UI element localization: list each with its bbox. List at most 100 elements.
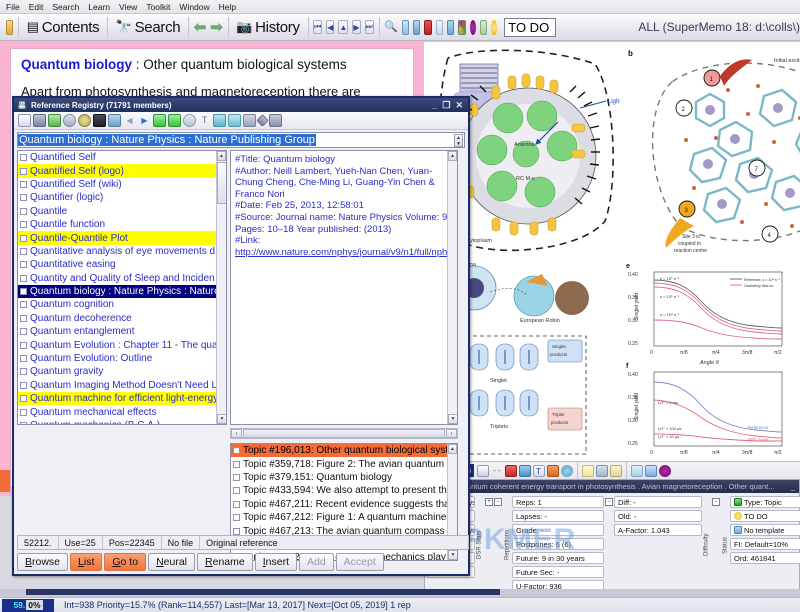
menu-edit[interactable]: Edit	[29, 2, 44, 12]
reference-field-link-url[interactable]: http://www.nature.com/nphys/journal/v9/n…	[235, 247, 453, 259]
member-checkbox[interactable]	[20, 409, 27, 416]
registry-toolbar[interactable]: ◀ ▶ T	[14, 112, 468, 130]
paste-icon[interactable]	[610, 465, 622, 477]
registry-member-list-items[interactable]: Quantified SelfQuantified Self (logo) Qua…	[18, 151, 226, 425]
menu-view[interactable]: View	[119, 2, 137, 12]
minimize-icon[interactable]: _	[791, 482, 795, 491]
sort-icon[interactable]	[108, 114, 121, 127]
registry-member-item[interactable]: Quantum mechanics (B.C.A.)	[18, 419, 226, 425]
first-element-icon[interactable]: ⏮	[313, 20, 322, 34]
new-item-icon[interactable]	[582, 465, 594, 477]
last-element-icon[interactable]: ⏭	[365, 20, 374, 34]
scroll-left-arrow[interactable]: ‹	[231, 429, 242, 438]
menu-window[interactable]: Window	[179, 2, 209, 12]
search-button[interactable]: 🔭 Search	[112, 19, 185, 36]
member-checkbox[interactable]	[20, 395, 27, 402]
sound-icon[interactable]	[561, 465, 573, 477]
registry-member-item[interactable]: Quantum Evolution: Outline	[18, 352, 226, 365]
figure-image-component[interactable]: Light Antenna RC M-c Cytoplasm b	[424, 42, 800, 462]
parent-element-icon[interactable]: ▲	[338, 20, 348, 34]
user-icon[interactable]	[480, 20, 487, 35]
member-list-scrollbar[interactable]: ▲ ▼	[216, 151, 226, 424]
registry-member-item[interactable]: Quantitative analysis of eye movements d	[18, 245, 226, 258]
member-checkbox[interactable]	[20, 221, 27, 228]
mail-icon[interactable]	[436, 20, 443, 35]
minimize-icon[interactable]: _	[432, 100, 437, 111]
registry-search-field[interactable]: Quantum biology : Nature Physics : Natur…	[17, 132, 465, 148]
topic-checkbox[interactable]	[233, 461, 240, 468]
member-checkbox[interactable]	[20, 208, 27, 215]
collapse-button[interactable]: −	[712, 498, 720, 506]
main-toolbar[interactable]: ▤ Contents 🔭 Search ⬅ ➡ 📷 History ⏮ ◀ ▲ …	[0, 14, 800, 41]
binoculars-icon[interactable]	[93, 114, 106, 127]
member-checkbox[interactable]	[20, 154, 27, 161]
element-parameters-window[interactable]: luction . Quantum coherent energy transp…	[424, 479, 800, 597]
registry-member-item[interactable]: Quantum Imaging Method Doesn't Need L	[18, 379, 226, 392]
registry-member-item[interactable]: Quantified Self	[18, 151, 226, 164]
menu-bar[interactable]: File Edit Search Learn View Toolkit Wind…	[0, 0, 800, 14]
menu-search[interactable]: Search	[52, 2, 79, 12]
registry-member-item[interactable]: Quantified Self (logo)	[18, 164, 226, 177]
tasklist-icon[interactable]	[402, 20, 409, 35]
contents-button[interactable]: ▤ Contents	[23, 19, 104, 36]
registry-member-item[interactable]: Quantum mechanical effects	[18, 405, 226, 418]
registry-member-item[interactable]: Quantum entanglement	[18, 325, 226, 338]
member-checkbox[interactable]	[20, 168, 27, 175]
member-checkbox[interactable]	[20, 248, 27, 255]
topic-checkbox[interactable]	[233, 501, 240, 508]
horizontal-scrollbar[interactable]: ‹ ›	[230, 428, 458, 439]
scroll-thumb[interactable]	[217, 162, 227, 204]
goto-button[interactable]: Go to	[104, 553, 146, 571]
scroll-thumb[interactable]	[243, 429, 445, 438]
next-element-icon[interactable]: ▶	[352, 20, 360, 34]
member-checkbox[interactable]	[20, 194, 27, 201]
menu-learn[interactable]: Learn	[88, 2, 110, 12]
previous-element-icon[interactable]: ◀	[326, 20, 334, 34]
member-checkbox[interactable]	[20, 288, 27, 295]
registry-member-list[interactable]: Quantified SelfQuantified Self (logo) Qua…	[17, 150, 227, 425]
reference-registry-titlebar[interactable]: 📇 Reference Registry (71791 members) _ ❐…	[14, 98, 468, 112]
todo-search-input[interactable]: TO DO	[504, 18, 556, 37]
insert-button[interactable]: Insert	[255, 553, 297, 571]
registry-member-item[interactable]: Quantile	[18, 205, 226, 218]
member-checkbox[interactable]	[20, 342, 27, 349]
registry-member-item[interactable]: Quantitative easing	[18, 258, 226, 271]
topic-checkbox[interactable]	[233, 447, 240, 454]
reference-text-scrollbar[interactable]: ▲ ▼	[447, 151, 457, 424]
forward-arrow-icon[interactable]: ➡	[210, 18, 223, 36]
member-checkbox[interactable]	[20, 235, 27, 242]
help-icon[interactable]	[659, 465, 671, 477]
member-checkbox[interactable]	[20, 181, 27, 188]
layout-icon[interactable]	[519, 465, 531, 477]
scroll-up-arrow[interactable]: ▲	[448, 444, 457, 454]
lightbulb-icon[interactable]	[491, 20, 497, 35]
registry-member-item[interactable]: Quantum Evolution : Chapter 11 - The qua	[18, 338, 226, 351]
history-button[interactable]: 📷 History	[232, 19, 303, 36]
collapse-button[interactable]: −	[494, 498, 502, 506]
list-detail-icon[interactable]	[228, 114, 241, 127]
book-icon[interactable]	[413, 20, 420, 35]
close-icon[interactable]: ✕	[455, 100, 463, 111]
edit-icon[interactable]	[645, 465, 657, 477]
member-checkbox[interactable]	[20, 328, 27, 335]
calendar-icon[interactable]	[477, 465, 489, 477]
menu-toolkit[interactable]: Toolkit	[146, 2, 170, 12]
text-icon[interactable]: T	[533, 465, 545, 477]
registry-member-item[interactable]: Quantile-Quantile Plot	[18, 231, 226, 244]
menu-help[interactable]: Help	[219, 2, 236, 12]
collection-icon[interactable]	[6, 20, 13, 35]
globe-icon[interactable]	[78, 114, 91, 127]
accept-button[interactable]: Accept	[336, 553, 384, 571]
neural-button[interactable]: Neural	[148, 553, 195, 571]
member-checkbox[interactable]	[20, 382, 27, 389]
refresh-icon[interactable]	[183, 114, 196, 127]
add-button[interactable]: Add	[299, 553, 334, 571]
scroll-down-arrow[interactable]: ▼	[448, 414, 458, 424]
stop-icon[interactable]	[269, 114, 282, 127]
registry-member-item[interactable]: Quantum gravity	[18, 365, 226, 378]
member-checkbox[interactable]	[20, 315, 27, 322]
registry-topic-item[interactable]: Topic #196,013: Other quantum biological…	[231, 444, 457, 457]
registry-topic-item[interactable]: Topic #433,594: We also attempt to prese…	[231, 484, 457, 497]
page-icon[interactable]	[243, 114, 256, 127]
detail-view-icon[interactable]	[33, 114, 46, 127]
